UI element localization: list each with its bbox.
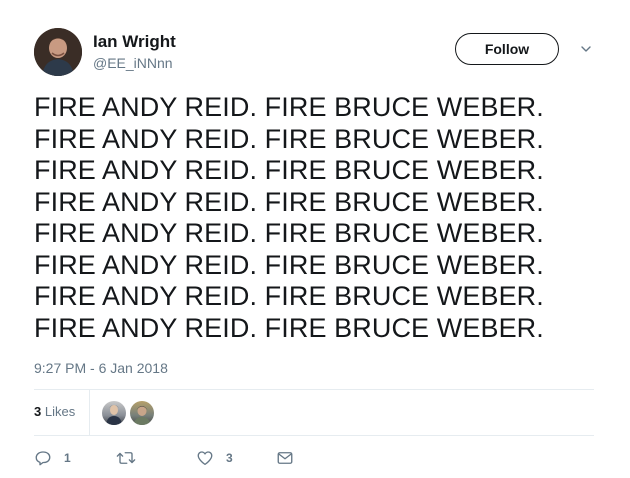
- tweet-actions: 1 3: [34, 448, 594, 468]
- tweet-line: FIRE ANDY REID. FIRE BRUCE WEBER.: [34, 155, 544, 185]
- divider: [34, 435, 594, 436]
- tweet-line: FIRE ANDY REID. FIRE BRUCE WEBER.: [34, 281, 544, 311]
- reply-count: 1: [64, 451, 71, 465]
- liker-avatar[interactable]: [130, 401, 154, 425]
- author-handle[interactable]: @EE_iNNnn: [93, 54, 173, 72]
- likes-link[interactable]: 3 Likes: [34, 404, 75, 419]
- tweet-line: FIRE ANDY REID. FIRE BRUCE WEBER.: [34, 249, 544, 280]
- like-count: 3: [226, 451, 233, 465]
- likes-separator: [89, 390, 90, 435]
- liker-avatar[interactable]: [102, 401, 126, 425]
- tweet-line: FIRE ANDY REID. FIRE BRUCE WEBER.: [34, 218, 544, 248]
- reply-icon: [35, 451, 51, 466]
- tweet-timestamp[interactable]: 9:27 PM - 6 Jan 2018: [34, 359, 168, 377]
- tweet-line: FIRE ANDY REID. FIRE BRUCE WEBER.: [34, 92, 544, 122]
- author-avatar[interactable]: [34, 28, 82, 76]
- avatar-photo-icon: [34, 28, 82, 76]
- author-name[interactable]: Ian Wright: [93, 32, 176, 52]
- tweet-line: FIRE ANDY REID. FIRE BRUCE WEBER.: [34, 312, 544, 343]
- tweet-card: Ian Wright @EE_iNNnn Follow FIRE ANDY RE…: [0, 0, 630, 478]
- envelope-icon: [277, 452, 293, 464]
- tweet-text: FIRE ANDY REID. FIRE BRUCE WEBER. FIRE A…: [34, 92, 594, 344]
- chevron-down-icon[interactable]: [580, 43, 592, 55]
- liker-photo-icon: [106, 405, 122, 425]
- tweet-line: FIRE ANDY REID. FIRE BRUCE WEBER.: [34, 123, 544, 154]
- heart-icon: [197, 451, 213, 466]
- direct-message-button[interactable]: [276, 448, 294, 468]
- likes-label: Likes: [44, 404, 76, 419]
- tweet-line: FIRE ANDY REID. FIRE BRUCE WEBER.: [34, 186, 544, 217]
- retweet-icon: [116, 452, 136, 464]
- retweet-button[interactable]: [116, 448, 148, 468]
- like-button[interactable]: 3: [196, 448, 233, 468]
- likes-row: 3 Likes: [34, 390, 594, 435]
- likes-count: 3: [34, 404, 42, 419]
- reply-button[interactable]: 1: [34, 448, 71, 468]
- follow-button[interactable]: Follow: [455, 33, 559, 65]
- liker-photo-icon: [133, 406, 151, 425]
